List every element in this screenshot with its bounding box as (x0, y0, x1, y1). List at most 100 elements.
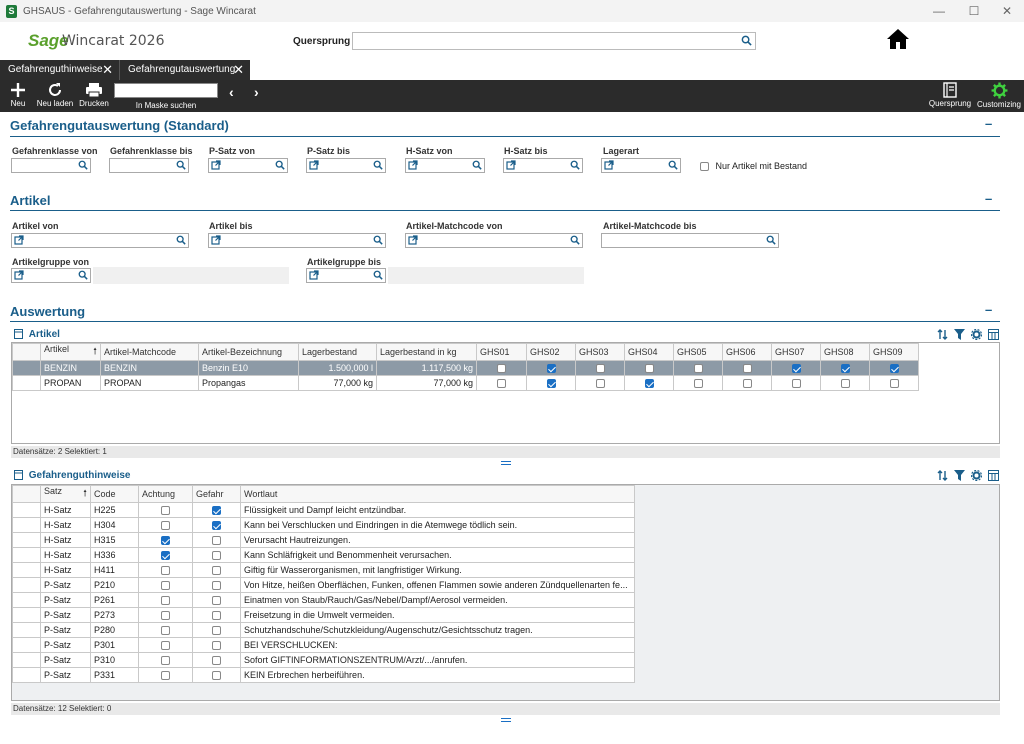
bestand-checkbox[interactable] (700, 162, 709, 172)
checkbox[interactable] (791, 364, 801, 374)
matchcode-von-input[interactable] (405, 233, 583, 248)
checkbox[interactable] (212, 671, 221, 681)
nur-artikel-mit-bestand[interactable]: Nur Artikel mit Bestand (700, 161, 807, 172)
checkbox[interactable] (161, 656, 170, 666)
checkbox[interactable] (161, 611, 170, 621)
artikelgruppe-bis-input[interactable] (306, 268, 386, 283)
collapse-section-button[interactable]: – (985, 191, 992, 206)
column-header[interactable]: GHS07 (771, 343, 821, 361)
checkbox[interactable] (212, 656, 221, 666)
checkbox[interactable] (497, 364, 506, 374)
artikel-bis-input[interactable] (208, 233, 386, 248)
column-header[interactable]: GHS09 (869, 343, 919, 361)
h-satz-bis-input[interactable] (503, 158, 583, 173)
external-link-icon[interactable] (14, 235, 24, 248)
home-icon[interactable] (886, 28, 910, 53)
checkbox[interactable] (840, 379, 850, 389)
table-row[interactable]: BENZIN BENZIN Benzin E10 1.500,000 l 1.117,5… (12, 360, 919, 376)
search-icon[interactable] (176, 235, 186, 248)
external-link-icon[interactable] (211, 160, 221, 173)
gefahrenhinweise-grid[interactable]: Satz 🠕 Code Achtung Gefahr Wortlaut H-Sat… (11, 484, 1000, 701)
checkbox[interactable] (212, 581, 221, 591)
checkbox[interactable] (161, 551, 170, 561)
close-window-button[interactable]: ✕ (990, 0, 1024, 22)
column-header[interactable]: GHS04 (624, 343, 674, 361)
column-header[interactable]: Achtung (138, 485, 193, 503)
search-icon[interactable] (668, 160, 678, 173)
external-link-icon[interactable] (309, 160, 319, 173)
checkbox[interactable] (161, 641, 170, 651)
row-marker[interactable] (12, 375, 41, 391)
search-icon[interactable] (741, 35, 752, 49)
customizing-button[interactable]: Customizing (975, 80, 1023, 112)
reload-button[interactable]: Neu laden (36, 80, 74, 112)
new-button[interactable]: Neu (6, 80, 30, 112)
checkbox[interactable] (212, 611, 221, 621)
print-button[interactable]: Drucken (78, 80, 110, 112)
checkbox[interactable] (161, 671, 170, 681)
row-marker[interactable] (12, 577, 41, 593)
resize-handle[interactable] (501, 461, 511, 465)
checkbox[interactable] (693, 379, 703, 389)
artikel-grid[interactable]: Artikel 🠕 Artikel-Matchcode Artikel-Bezei… (11, 342, 1000, 444)
column-header[interactable]: Gefahr (192, 485, 241, 503)
lagerart-input[interactable] (601, 158, 681, 173)
table-row[interactable]: P-Satz P310 Sofort GIFTINFORMATIONSZENTRUM… (12, 652, 635, 668)
checkbox[interactable] (161, 521, 170, 531)
checkbox[interactable] (889, 379, 899, 389)
column-header[interactable]: GHS06 (722, 343, 772, 361)
column-header[interactable]: Lagerbestand in kg (376, 343, 477, 361)
table-row[interactable]: P-Satz P331 KEIN Erbrechen herbeiführen. (12, 667, 635, 683)
gefahrenklasse-von-input[interactable] (11, 158, 91, 173)
row-marker[interactable] (12, 592, 41, 608)
row-marker[interactable] (12, 562, 41, 578)
h-satz-von-input[interactable] (405, 158, 485, 173)
checkbox[interactable] (840, 364, 850, 374)
checkbox[interactable] (212, 551, 221, 561)
sort-icon[interactable] (937, 329, 948, 340)
column-header[interactable]: GHS02 (526, 343, 576, 361)
column-header[interactable]: GHS01 (476, 343, 527, 361)
chevron-left-icon[interactable]: ‹ (229, 84, 234, 100)
minimize-button[interactable]: — (922, 0, 956, 22)
table-row[interactable]: PROPAN PROPAN Propangas 77,000 kg 77,000 kg (12, 375, 919, 391)
close-tab-icon[interactable]: ✕ (233, 60, 244, 80)
column-header[interactable]: Artikel 🠕 (40, 343, 101, 361)
chevron-right-icon[interactable]: › (254, 84, 259, 100)
checkbox[interactable] (212, 626, 221, 636)
row-marker[interactable] (12, 517, 41, 533)
gear-icon[interactable] (971, 470, 982, 481)
checkbox[interactable] (212, 536, 221, 546)
checkbox[interactable] (212, 596, 221, 606)
checkbox[interactable] (546, 379, 556, 389)
row-marker[interactable] (12, 622, 41, 638)
table-row[interactable]: P-Satz P273 Freisetzung in die Umwelt verm… (12, 607, 635, 623)
external-link-icon[interactable] (309, 270, 319, 283)
search-icon[interactable] (570, 235, 580, 248)
checkbox[interactable] (497, 379, 506, 389)
checkbox[interactable] (742, 364, 752, 374)
columns-icon[interactable] (988, 329, 999, 340)
table-row[interactable]: P-Satz P210 Von Hitze, heißen Oberflächen,… (12, 577, 635, 593)
row-marker[interactable] (12, 502, 41, 518)
checkbox[interactable] (644, 379, 654, 389)
checkbox[interactable] (212, 566, 221, 576)
checkbox[interactable] (212, 506, 221, 516)
column-header[interactable]: Artikel-Bezeichnung (198, 343, 299, 361)
checkbox[interactable] (212, 521, 221, 531)
search-icon[interactable] (373, 160, 383, 173)
filter-icon[interactable] (954, 470, 965, 481)
checkbox[interactable] (889, 364, 899, 374)
column-header[interactable]: GHS08 (820, 343, 870, 361)
checkbox[interactable] (595, 364, 605, 374)
search-icon[interactable] (78, 270, 88, 283)
external-link-icon[interactable] (506, 160, 516, 173)
checkbox[interactable] (546, 364, 556, 374)
row-marker[interactable] (12, 607, 41, 623)
search-icon[interactable] (472, 160, 482, 173)
table-row[interactable]: P-Satz P280 Schutzhandschuhe/Schutzkleidun… (12, 622, 635, 638)
table-row[interactable]: H-Satz H411 Giftig für Wasserorganismen, m… (12, 562, 635, 578)
quersprung-button[interactable]: Quersprung (928, 80, 972, 112)
column-header[interactable]: Wortlaut (240, 485, 635, 503)
quersprung-input[interactable] (352, 32, 756, 50)
